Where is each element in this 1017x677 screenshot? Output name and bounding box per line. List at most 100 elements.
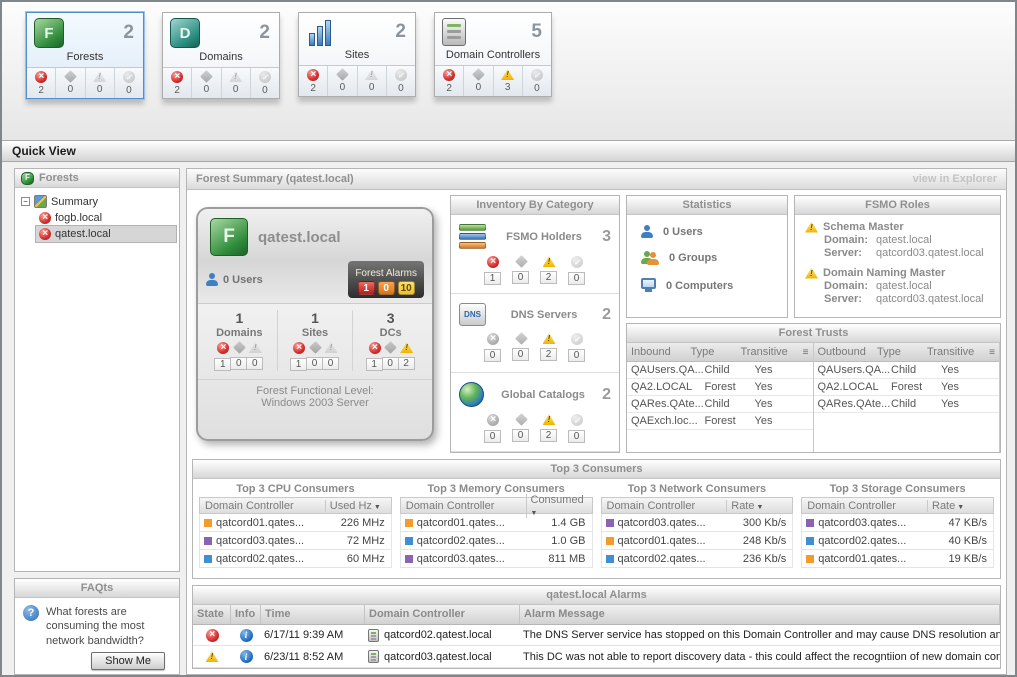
status-ok[interactable]: 0 bbox=[522, 66, 551, 96]
status-error[interactable]: 0 bbox=[55, 68, 84, 98]
inventory-item-statuses: 1 0 2 0 bbox=[459, 256, 611, 285]
time-header-cell[interactable]: Time bbox=[261, 605, 365, 624]
status-error[interactable]: 0 bbox=[191, 68, 220, 98]
value-header-cell[interactable]: Rate bbox=[927, 500, 993, 512]
consumer-row[interactable]: qatcord02.qates...60 MHz bbox=[199, 550, 392, 568]
consumer-row[interactable]: qatcord02.qates...236 Kb/s bbox=[601, 550, 794, 568]
type-header-cell[interactable]: Type bbox=[877, 346, 927, 358]
consumer-value: 60 MHz bbox=[325, 553, 391, 565]
domain-controllers-count: 5 bbox=[531, 21, 542, 43]
column-options-icon[interactable] bbox=[985, 347, 999, 358]
tree-item-label: Summary bbox=[51, 196, 98, 208]
consumer-row[interactable]: qatcord02.qates...40 KB/s bbox=[801, 532, 994, 550]
dc-header-cell[interactable]: Domain Controller bbox=[200, 500, 325, 512]
alarm-row[interactable]: 6/23/11 8:52 AM qatcord03.qatest.local T… bbox=[193, 646, 1000, 668]
inventory-item-fsmo-holders[interactable]: FSMO Holders 3 1 0 2 0 bbox=[451, 215, 619, 294]
show-me-button[interactable]: Show Me bbox=[91, 652, 165, 670]
collapse-icon[interactable] bbox=[21, 197, 30, 206]
status-critical[interactable]: 2 bbox=[299, 66, 327, 96]
status-count: 0 bbox=[568, 349, 585, 362]
warning-alarm-badge[interactable]: 10 bbox=[398, 281, 415, 295]
type-header-cell[interactable]: Type bbox=[691, 346, 741, 358]
consumer-row[interactable]: qatcord03.qates...47 KB/s bbox=[801, 514, 994, 532]
consumer-row[interactable]: qatcord03.qates...72 MHz bbox=[199, 532, 392, 550]
tile-forests[interactable]: 2 Forests 2 0 0 0 bbox=[26, 12, 144, 99]
status-critical: 0 bbox=[485, 333, 501, 362]
status-count: 0 bbox=[68, 84, 74, 95]
tile-sites[interactable]: 2 Sites 2 0 0 0 bbox=[298, 12, 416, 97]
tile-domains[interactable]: 2 Domains 2 0 0 0 bbox=[162, 12, 280, 99]
error-alarm-badge[interactable]: 0 bbox=[378, 281, 395, 295]
trust-row[interactable]: QAUsers.QA... Child Yes bbox=[627, 362, 813, 379]
status-ok[interactable]: 0 bbox=[386, 66, 415, 96]
value-header-cell[interactable]: Rate bbox=[726, 500, 792, 512]
dc-header-cell[interactable]: Domain Controller bbox=[401, 500, 526, 512]
status-warning[interactable]: 0 bbox=[357, 66, 386, 96]
status-error[interactable]: 0 bbox=[463, 66, 492, 96]
inbound-header-cell[interactable]: Inbound bbox=[627, 346, 691, 358]
tile-label: Domain Controllers bbox=[435, 48, 551, 65]
status-critical[interactable]: 2 bbox=[435, 66, 463, 96]
status-warning[interactable]: 0 bbox=[85, 68, 114, 98]
alarm-row[interactable]: 6/17/11 9:39 AM qatcord02.qatest.local T… bbox=[193, 625, 1000, 647]
tree-item-summary[interactable]: Summary bbox=[18, 193, 176, 210]
status-critical[interactable]: 2 bbox=[163, 68, 191, 98]
trust-type: Forest bbox=[891, 381, 941, 393]
view-in-explorer-link[interactable]: view in Explorer bbox=[913, 173, 997, 185]
transitive-header-cell[interactable]: Transitive bbox=[741, 346, 799, 358]
value-header-cell[interactable]: Used Hz bbox=[325, 500, 391, 512]
outbound-header-cell[interactable]: Outbound bbox=[814, 346, 878, 358]
status-ok[interactable]: 0 bbox=[114, 68, 143, 98]
dc-header-cell[interactable]: Domain Controller bbox=[602, 500, 727, 512]
transitive-header-cell[interactable]: Transitive bbox=[927, 346, 985, 358]
info-icon[interactable] bbox=[240, 629, 253, 642]
status-critical[interactable]: 2 bbox=[27, 68, 55, 98]
consumer-row[interactable]: qatcord03.qates...300 Kb/s bbox=[601, 514, 794, 532]
warning-icon bbox=[543, 414, 556, 425]
trust-row[interactable]: QARes.QAte... Child Yes bbox=[627, 396, 813, 413]
series-color-swatch bbox=[606, 555, 614, 563]
server-icon bbox=[442, 18, 466, 46]
inventory-item-dns-servers[interactable]: DNS DNS Servers 2 0 0 2 0 bbox=[451, 294, 619, 373]
trust-row[interactable]: QA2.LOCAL Forest Yes bbox=[814, 379, 1000, 396]
consumer-row[interactable]: qatcord01.qates...226 MHz bbox=[199, 514, 392, 532]
forests-panel-header: Forests bbox=[15, 169, 179, 188]
tree-item-fogb-local[interactable]: fogb.local bbox=[36, 210, 176, 226]
dc-header-cell[interactable]: Domain Controller bbox=[802, 500, 927, 512]
critical-alarm-badge[interactable]: 1 bbox=[358, 281, 375, 295]
server-label: Server: bbox=[824, 293, 876, 305]
inventory-item-global-catalogs[interactable]: Global Catalogs 2 0 0 2 0 bbox=[451, 373, 619, 452]
faqts-body: What forests are consuming the most netw… bbox=[15, 598, 179, 675]
info-header-cell[interactable]: Info bbox=[231, 605, 261, 624]
column-options-icon[interactable] bbox=[799, 347, 813, 358]
consumer-row[interactable]: qatcord03.qates...811 MB bbox=[400, 550, 593, 568]
status-warning: 2 bbox=[399, 342, 415, 371]
trust-row[interactable]: QA2.LOCAL Forest Yes bbox=[627, 379, 813, 396]
functional-level-value: Windows 2003 Server bbox=[198, 397, 432, 409]
status-warning[interactable]: 3 bbox=[493, 66, 522, 96]
trust-row[interactable]: QARes.QAte... Child Yes bbox=[814, 396, 1000, 413]
state-header-cell[interactable]: State bbox=[193, 605, 231, 624]
info-icon[interactable] bbox=[240, 650, 253, 663]
warning-icon bbox=[543, 256, 556, 267]
trust-row[interactable]: QAExch.loc... Forest Yes bbox=[627, 413, 813, 430]
forest-users: 0 Users bbox=[206, 273, 263, 286]
top3-table-title: Top 3 Network Consumers bbox=[601, 480, 794, 497]
diamond-icon bbox=[515, 413, 528, 426]
consumer-row[interactable]: qatcord01.qates...248 Kb/s bbox=[601, 532, 794, 550]
top3-body: Top 3 CPU Consumers Domain Controller Us… bbox=[193, 479, 1000, 578]
forest-alarms-label: Forest Alarms bbox=[355, 268, 417, 279]
consumer-row[interactable]: qatcord01.qates...1.4 GB bbox=[400, 514, 593, 532]
status-ok[interactable]: 0 bbox=[250, 68, 279, 98]
message-header-cell[interactable]: Alarm Message bbox=[520, 605, 1000, 624]
consumer-row[interactable]: qatcord02.qates...1.0 GB bbox=[400, 532, 593, 550]
status-warning[interactable]: 0 bbox=[221, 68, 250, 98]
dc-header-cell[interactable]: Domain Controller bbox=[365, 605, 520, 624]
consumer-row[interactable]: qatcord01.qates...19 KB/s bbox=[801, 550, 994, 568]
trust-row[interactable]: QAUsers.QA... Child Yes bbox=[814, 362, 1000, 379]
tree-item-qatest-local[interactable]: qatest.local bbox=[36, 226, 176, 242]
consumer-dc: qatcord01.qates... bbox=[618, 535, 727, 547]
tile-domain-controllers[interactable]: 5 Domain Controllers 2 0 3 0 bbox=[434, 12, 552, 97]
warning-icon bbox=[501, 69, 514, 80]
status-error[interactable]: 0 bbox=[327, 66, 356, 96]
